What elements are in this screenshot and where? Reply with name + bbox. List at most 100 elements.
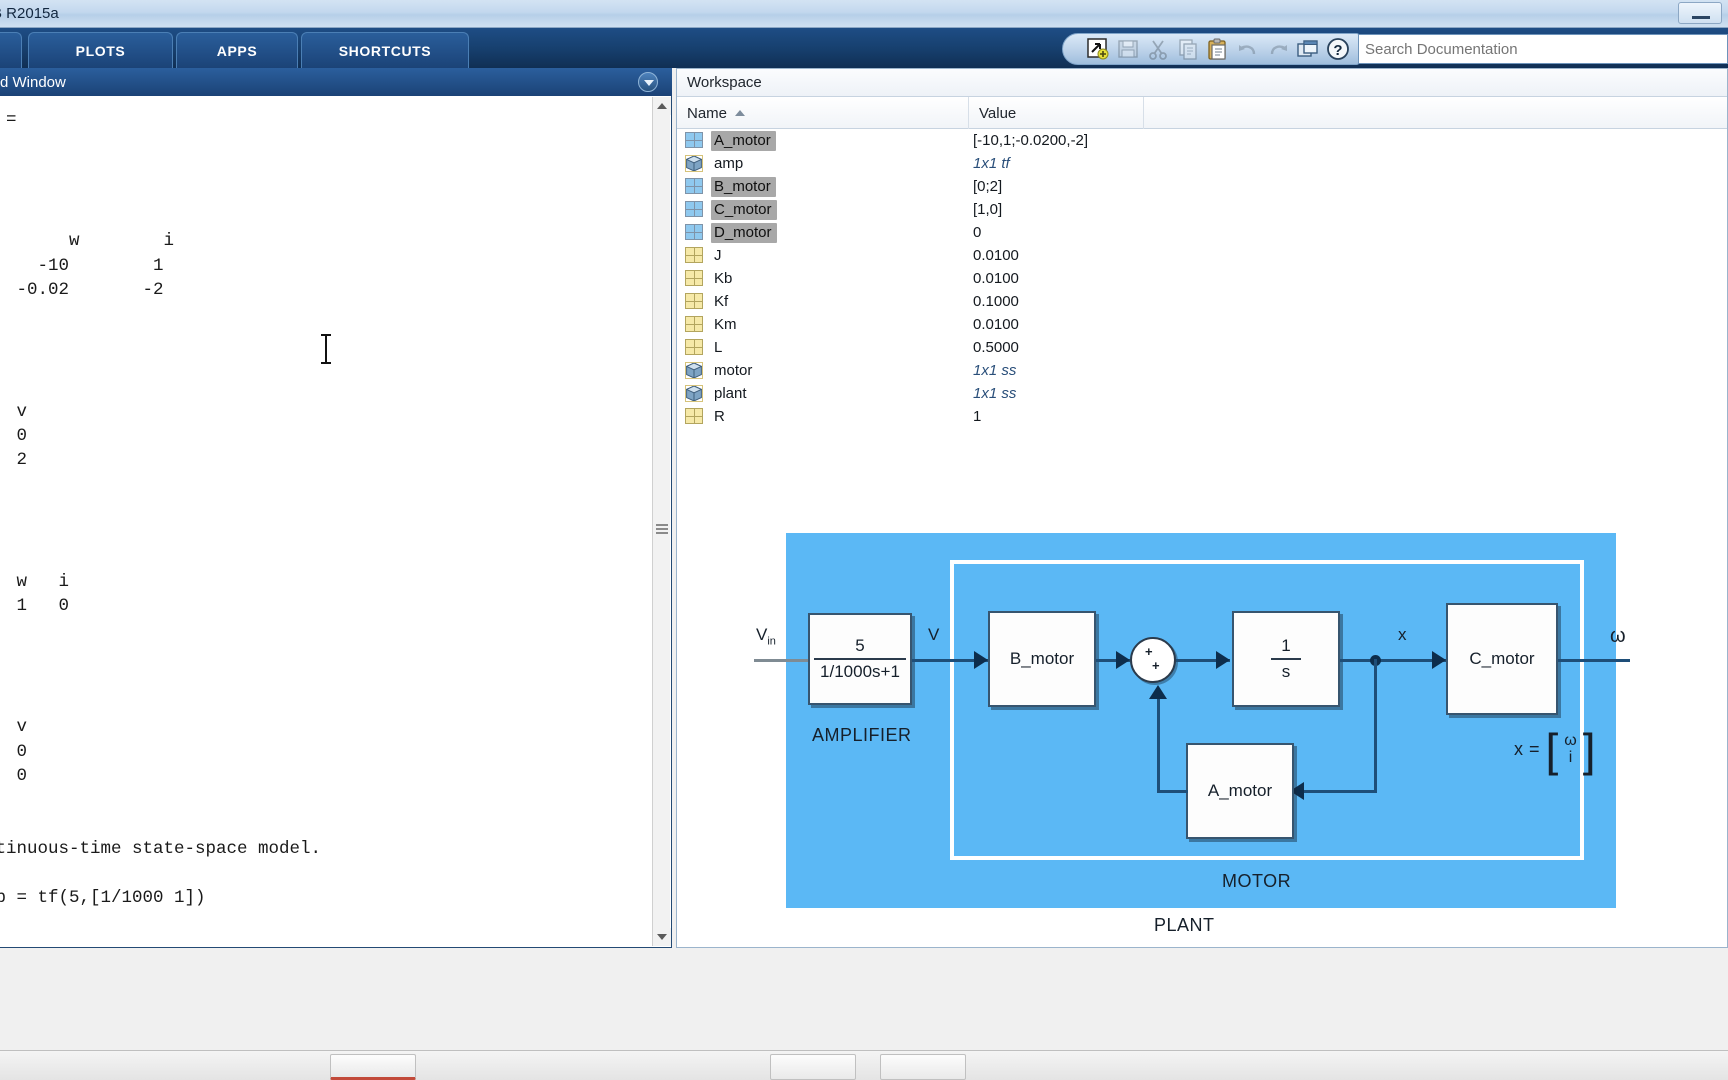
workspace-row[interactable]: motor 1x1 ss: [677, 359, 1727, 382]
block-b-motor[interactable]: B_motor: [988, 611, 1096, 707]
wire-integrator-out: [1340, 659, 1446, 662]
column-header-name-label: Name: [687, 104, 728, 122]
arrow-into-sum-icon: [1116, 651, 1130, 669]
workspace-variable-list[interactable]: A_motor [-10,1;-0.0200,-2] amp 1x1 tf B_moto…: [677, 129, 1727, 428]
command-window-title: d Window: [0, 73, 66, 91]
command-window-body[interactable]: r = = w i -10 1 -0.02 -2 = v 0 2 = w i 1…: [0, 96, 672, 948]
variable-value: 0.0100: [973, 270, 1019, 287]
panel-options-chevron-icon[interactable]: [638, 72, 658, 92]
column-header-name[interactable]: Name: [677, 97, 969, 129]
signal-label-omega: ω: [1610, 625, 1626, 647]
bracket-right-icon: ]: [1582, 723, 1596, 776]
scroll-down-icon[interactable]: [653, 928, 671, 946]
workspace-row[interactable]: B_motor [0;2]: [677, 175, 1727, 198]
copy-icon[interactable]: [1175, 37, 1201, 61]
column-header-value[interactable]: Value: [969, 97, 1144, 129]
block-diagram: Vin 5 1/1000s+1 AMPLIFIER V B_motor + +: [754, 533, 1630, 943]
integrator-denominator: s: [1281, 662, 1291, 681]
workspace-row[interactable]: C_motor [1,0]: [677, 198, 1727, 221]
wire-feedback-up: [1157, 699, 1160, 792]
variable-value: [-10,1;-0.0200,-2]: [973, 132, 1089, 149]
workspace-row[interactable]: L 0.5000: [677, 336, 1727, 359]
workspace-row[interactable]: D_motor 0: [677, 221, 1727, 244]
workspace-row[interactable]: A_motor [-10,1;-0.0200,-2]: [677, 129, 1727, 152]
workspace-row[interactable]: Kf 0.1000: [677, 290, 1727, 313]
workspace-row[interactable]: Kb 0.0100: [677, 267, 1727, 290]
scroll-up-icon[interactable]: [653, 97, 671, 115]
sum-sign-bottom: +: [1152, 658, 1160, 673]
new-script-icon[interactable]: [1085, 37, 1111, 61]
window-title: AB R2015a: [0, 5, 59, 22]
taskbar-item-3[interactable]: [880, 1054, 966, 1080]
wire-amotor-out: [1157, 790, 1188, 793]
workspace-row[interactable]: amp 1x1 tf: [677, 152, 1727, 175]
workspace-row[interactable]: J 0.0100: [677, 244, 1727, 267]
workspace-row[interactable]: R1: [677, 405, 1727, 428]
cut-icon[interactable]: [1145, 37, 1171, 61]
arrow-into-bmotor-icon: [974, 651, 988, 669]
bracket-left-icon: [: [1545, 723, 1559, 776]
block-c-motor[interactable]: C_motor: [1446, 603, 1558, 715]
state-vector-row2: i: [1568, 748, 1573, 766]
plant-caption: PLANT: [1154, 915, 1215, 935]
matrix-icon: [685, 201, 705, 218]
block-a-motor[interactable]: A_motor: [1186, 743, 1294, 839]
workspace-column-headers: Name Value: [677, 97, 1727, 129]
wire-into-amotor: [1296, 790, 1377, 793]
workspace-row[interactable]: Km 0.0100: [677, 313, 1727, 336]
svg-text:?: ?: [1333, 42, 1342, 59]
quick-access-toolbar: ?: [1062, 33, 1360, 65]
variable-value: 1x1 ss: [973, 362, 1017, 379]
restore-window-button[interactable]: [1678, 2, 1722, 24]
help-icon[interactable]: ?: [1325, 37, 1351, 61]
object-icon: [685, 155, 705, 172]
wire-input: [754, 659, 816, 662]
scalar-icon: [685, 339, 705, 356]
scalar-icon: [685, 316, 705, 333]
layout-icon[interactable]: [1295, 37, 1321, 61]
plant-region: [786, 533, 1616, 908]
amplifier-caption: AMPLIFIER: [812, 725, 912, 745]
tab-home[interactable]: [0, 32, 22, 68]
variable-value: 0.5000: [973, 339, 1019, 356]
variable-name: C_motor: [711, 199, 777, 220]
tab-apps[interactable]: APPS: [176, 32, 298, 68]
scrollbar-grip[interactable]: [656, 522, 668, 536]
block-amplifier[interactable]: 5 1/1000s+1: [808, 613, 912, 705]
redo-icon[interactable]: [1265, 37, 1291, 61]
undo-icon[interactable]: [1235, 37, 1261, 61]
amplifier-numerator: 5: [814, 636, 906, 660]
block-integrator[interactable]: 1 s: [1232, 611, 1340, 707]
variable-value: 1x1 tf: [973, 155, 1010, 172]
object-icon: [685, 362, 705, 379]
taskbar-item-1[interactable]: [330, 1054, 416, 1080]
workspace-header: Workspace: [677, 69, 1727, 97]
command-window-header: d Window: [0, 68, 672, 96]
summing-junction[interactable]: + +: [1130, 637, 1176, 683]
search-documentation-box[interactable]: [1358, 34, 1728, 64]
search-input[interactable]: [1359, 40, 1727, 58]
matrix-icon: [685, 178, 705, 195]
paste-icon[interactable]: [1205, 37, 1231, 61]
toolstrip: PLOTS APPS SHORTCUTS ? Search Documentat…: [0, 28, 1728, 68]
scalar-icon: [685, 270, 705, 287]
workspace-row[interactable]: plant 1x1 ss: [677, 382, 1727, 405]
wire-output: [1558, 659, 1630, 662]
scalar-icon: [685, 247, 705, 264]
variable-value: 0.1000: [973, 293, 1019, 310]
signal-label-x: x: [1398, 625, 1407, 644]
command-window-scrollbar[interactable]: [652, 97, 671, 946]
command-window-panel: d Window r = = w i -10 1 -0.02 -2 = v 0 …: [0, 68, 672, 948]
tab-shortcuts[interactable]: SHORTCUTS: [301, 32, 469, 68]
state-vector-row1: ω: [1564, 732, 1577, 749]
variable-name: Kf: [714, 292, 729, 310]
variable-value: [1,0]: [973, 201, 1003, 218]
variable-name: L: [714, 338, 723, 356]
tab-plots[interactable]: PLOTS: [28, 32, 173, 68]
save-icon[interactable]: [1115, 37, 1141, 61]
sort-ascending-icon: [735, 110, 746, 116]
arrow-into-sum-bottom-icon: [1149, 685, 1167, 699]
taskbar-item-2[interactable]: [770, 1054, 856, 1080]
scalar-icon: [685, 293, 705, 310]
variable-name: motor: [714, 361, 753, 379]
